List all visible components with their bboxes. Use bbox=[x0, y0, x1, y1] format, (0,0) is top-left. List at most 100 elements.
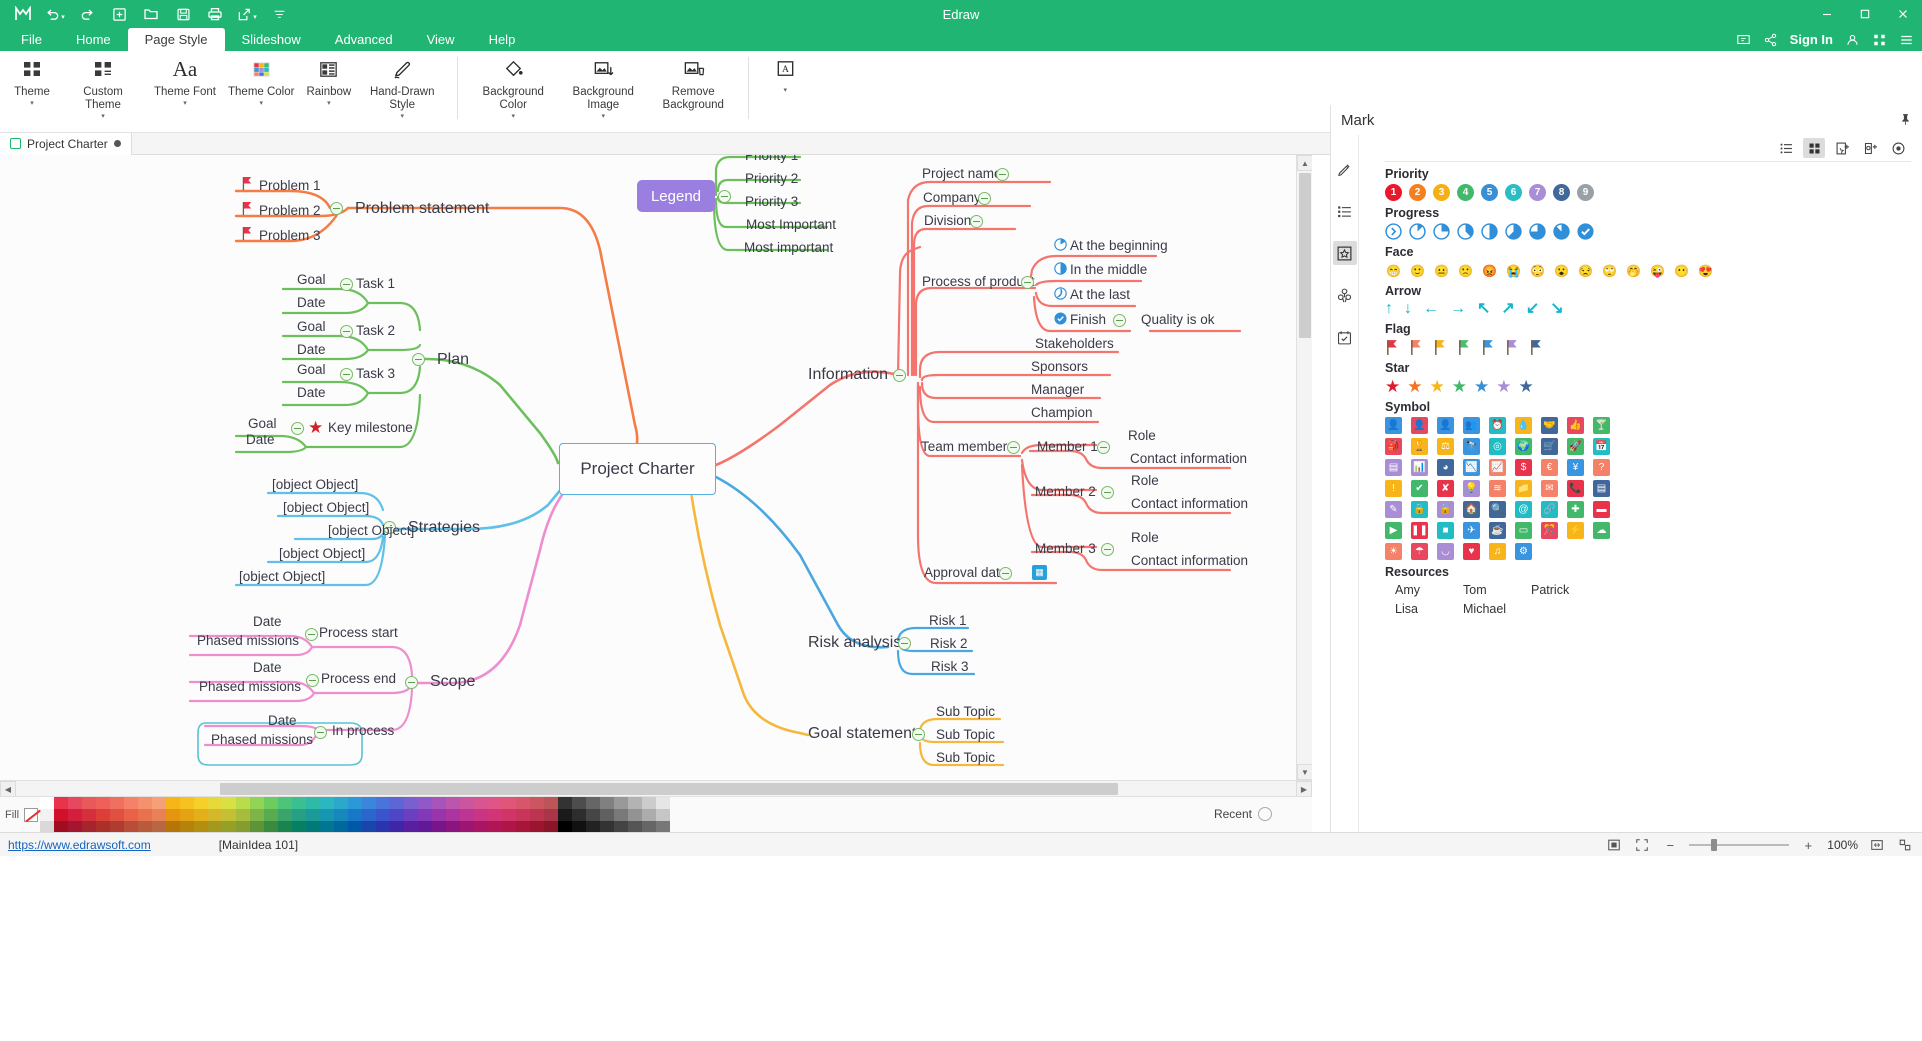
color-swatch[interactable] bbox=[68, 821, 82, 833]
symbol-mark-43[interactable]: ✚ bbox=[1567, 501, 1584, 518]
tab-help[interactable]: Help bbox=[472, 28, 533, 51]
key-milestone-collapse-toggle[interactable] bbox=[291, 422, 304, 435]
color-swatch[interactable] bbox=[96, 797, 110, 809]
face-mark-2[interactable]: 😐 bbox=[1433, 262, 1450, 279]
process-in-the-middle[interactable]: In the middle bbox=[1070, 262, 1147, 277]
member-3-contact-information[interactable]: Contact information bbox=[1131, 553, 1248, 568]
scope-in-process[interactable]: In process bbox=[332, 723, 394, 738]
color-swatch[interactable] bbox=[432, 797, 446, 809]
symbol-mark-57[interactable]: ♥ bbox=[1463, 543, 1480, 560]
symbol-mark-17[interactable]: 📅 bbox=[1593, 438, 1610, 455]
priority-mark-6[interactable]: 6 bbox=[1505, 184, 1522, 201]
color-swatch[interactable] bbox=[376, 821, 390, 833]
process-start-collapse-toggle[interactable] bbox=[305, 628, 318, 641]
color-swatch[interactable] bbox=[390, 809, 404, 821]
color-swatch[interactable] bbox=[292, 797, 306, 809]
symbol-mark-14[interactable]: 🌍 bbox=[1515, 438, 1532, 455]
symbol-mark-0[interactable]: 👤 bbox=[1385, 417, 1402, 434]
color-swatch[interactable] bbox=[474, 821, 488, 833]
expand-icon[interactable] bbox=[1896, 836, 1914, 854]
color-swatch[interactable] bbox=[348, 797, 362, 809]
clipart-icon[interactable] bbox=[1333, 283, 1357, 307]
color-swatch[interactable] bbox=[166, 797, 180, 809]
progress-mark-87.5[interactable] bbox=[1553, 223, 1570, 240]
branch-scope[interactable]: Scope bbox=[430, 673, 475, 691]
color-swatch[interactable] bbox=[502, 821, 516, 833]
tab-page-style[interactable]: Page Style bbox=[128, 28, 225, 51]
symbol-mark-23[interactable]: $ bbox=[1515, 459, 1532, 476]
theme-caret-icon[interactable]: ▾ bbox=[30, 100, 34, 107]
color-swatch[interactable] bbox=[320, 797, 334, 809]
color-swatch[interactable] bbox=[446, 809, 460, 821]
process-finish[interactable]: Finish bbox=[1070, 312, 1106, 327]
share-icon[interactable] bbox=[1763, 33, 1778, 47]
info-division[interactable]: Division bbox=[924, 213, 971, 228]
priority-mark-9[interactable]: 9 bbox=[1577, 184, 1594, 201]
symbol-mark-3[interactable]: 👥 bbox=[1463, 417, 1480, 434]
legend-item-priority-1[interactable]: Priority 1 bbox=[745, 155, 798, 163]
color-swatch[interactable] bbox=[656, 809, 670, 821]
process-end-collapse-toggle[interactable] bbox=[306, 674, 319, 687]
strategy-issues[interactable]: [object Object] bbox=[328, 523, 414, 538]
color-swatch[interactable] bbox=[516, 821, 530, 833]
flag-mark-1[interactable] bbox=[1409, 339, 1424, 356]
background-color-caret-icon[interactable]: ▾ bbox=[511, 113, 515, 120]
color-swatch[interactable] bbox=[152, 821, 166, 833]
save-icon[interactable] bbox=[168, 1, 198, 27]
color-swatch[interactable] bbox=[488, 821, 502, 833]
symbol-mark-20[interactable]: ◕ bbox=[1437, 459, 1454, 476]
color-swatch[interactable] bbox=[40, 797, 54, 809]
strategy-quality-assurance[interactable]: [object Object] bbox=[272, 477, 358, 492]
progress-mark-37.5[interactable] bbox=[1457, 223, 1474, 240]
task-3-collapse-toggle[interactable] bbox=[340, 368, 353, 381]
risk-2[interactable]: Risk 2 bbox=[930, 636, 968, 651]
color-swatch[interactable] bbox=[264, 797, 278, 809]
symbol-mark-4[interactable]: ⏰ bbox=[1489, 417, 1506, 434]
color-swatch[interactable] bbox=[306, 797, 320, 809]
member-1-contact-information[interactable]: Contact information bbox=[1130, 451, 1247, 466]
color-swatch[interactable] bbox=[460, 797, 474, 809]
symbol-mark-38[interactable]: 🔓 bbox=[1437, 501, 1454, 518]
star-mark-0[interactable]: ★ bbox=[1385, 378, 1400, 395]
color-swatch[interactable] bbox=[138, 797, 152, 809]
process-end-date[interactable]: Date bbox=[253, 660, 282, 675]
task-2-goal[interactable]: Goal bbox=[297, 319, 326, 334]
risk-3[interactable]: Risk 3 bbox=[931, 659, 969, 674]
color-swatch[interactable] bbox=[348, 821, 362, 833]
color-swatch[interactable] bbox=[124, 809, 138, 821]
flag-mark-6[interactable] bbox=[1529, 339, 1544, 356]
background-image-button[interactable]: Background Image ▾ bbox=[558, 51, 648, 120]
face-marks[interactable]: 😁🙂😐🙁😡😭😳😮😒🙄🤭😜😶😍 bbox=[1385, 262, 1715, 279]
color-swatch[interactable] bbox=[292, 821, 306, 833]
risk-1[interactable]: Risk 1 bbox=[929, 613, 967, 628]
color-swatch[interactable] bbox=[474, 809, 488, 821]
priority-mark-8[interactable]: 8 bbox=[1553, 184, 1570, 201]
branch-goal-statement[interactable]: Goal statement bbox=[808, 725, 917, 743]
canvas-vertical-scrollbar[interactable]: ▲ ▼ bbox=[1296, 155, 1312, 780]
member-2-role[interactable]: Role bbox=[1131, 473, 1159, 488]
symbol-mark-42[interactable]: 🔗 bbox=[1541, 501, 1558, 518]
color-swatch[interactable] bbox=[628, 809, 642, 821]
info-stakeholders[interactable]: Stakeholders bbox=[1035, 336, 1114, 351]
custom-theme-caret-icon[interactable]: ▾ bbox=[101, 113, 105, 120]
star-mark-2[interactable]: ★ bbox=[1430, 378, 1445, 395]
problem-2[interactable]: Problem 2 bbox=[259, 203, 321, 218]
symbol-mark-10[interactable]: 🏆 bbox=[1411, 438, 1428, 455]
color-swatch[interactable] bbox=[194, 797, 208, 809]
target-icon[interactable] bbox=[1887, 138, 1909, 158]
color-swatch[interactable] bbox=[488, 809, 502, 821]
color-swatch[interactable] bbox=[600, 797, 614, 809]
color-swatch[interactable] bbox=[68, 797, 82, 809]
color-swatch[interactable] bbox=[278, 821, 292, 833]
member-1-role[interactable]: Role bbox=[1128, 428, 1156, 443]
face-mark-1[interactable]: 🙂 bbox=[1409, 262, 1426, 279]
task-2-date[interactable]: Date bbox=[297, 342, 326, 357]
process-at-the-beginning[interactable]: At the beginning bbox=[1070, 238, 1168, 253]
color-swatch[interactable] bbox=[194, 821, 208, 833]
face-mark-6[interactable]: 😳 bbox=[1529, 262, 1546, 279]
fullscreen-icon[interactable] bbox=[1633, 836, 1651, 854]
color-swatch[interactable] bbox=[404, 809, 418, 821]
symbol-mark-53[interactable]: ☁ bbox=[1593, 522, 1610, 539]
color-swatch[interactable] bbox=[600, 809, 614, 821]
no-fill-swatch[interactable] bbox=[24, 808, 38, 822]
